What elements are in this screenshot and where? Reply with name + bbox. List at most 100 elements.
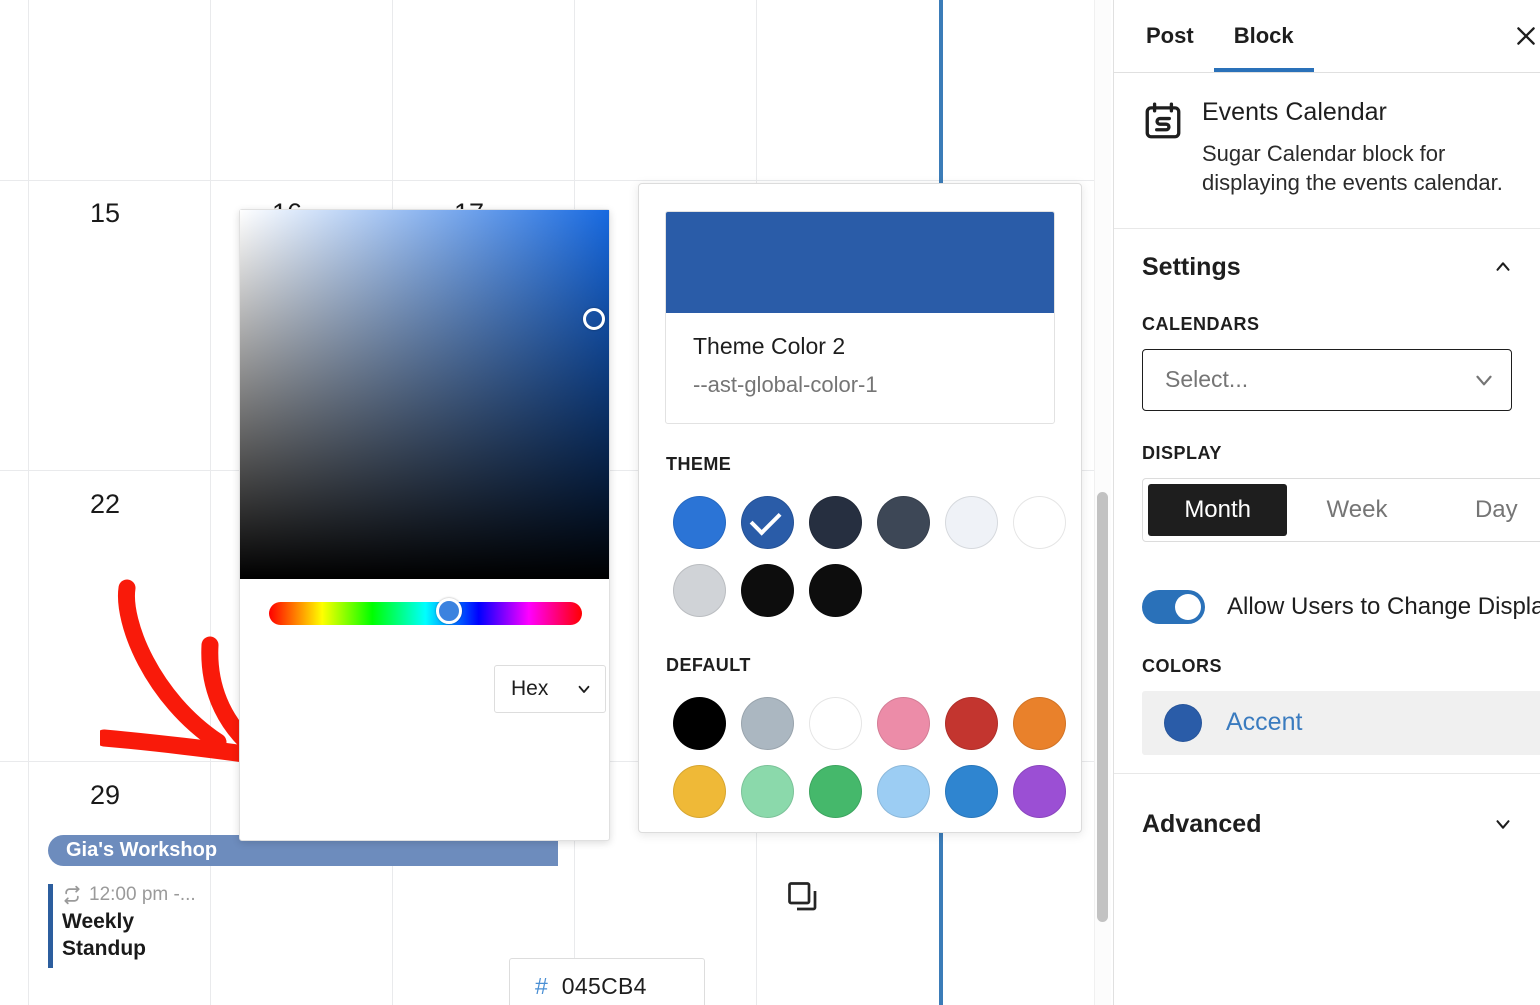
preview-color-name: Theme Color 2 (693, 333, 846, 359)
calendars-label: CALENDARS (1142, 313, 1260, 334)
default-swatch-grid (665, 690, 1066, 826)
block-info: Events Calendar Sugar Calendar block for… (1114, 73, 1540, 229)
theme-swatch-grid (665, 489, 1066, 625)
color-swatch[interactable] (876, 697, 930, 750)
color-swatch[interactable] (672, 564, 726, 617)
color-swatch[interactable] (672, 496, 726, 549)
color-swatch[interactable] (876, 496, 930, 549)
color-swatch[interactable] (740, 564, 794, 617)
display-option-week[interactable]: Week (1287, 484, 1426, 536)
block-settings-sidebar: Post Block Events Calendar Sugar Calenda… (1113, 0, 1540, 1005)
event-title: Gia's Workshop (66, 839, 218, 861)
allow-users-toggle-row: Allow Users to Change Display (1114, 589, 1540, 624)
allow-users-toggle[interactable] (1142, 589, 1205, 624)
swatch-cell (801, 758, 869, 826)
repeat-icon (64, 885, 80, 905)
calendar-event-timed[interactable]: 12:00 pm -... Weekly Standup (48, 884, 218, 968)
display-option-day[interactable]: Day (1427, 484, 1540, 536)
color-format-value: Hex (511, 677, 549, 700)
preview-body: Theme Color 2 --ast-global-color-1 (666, 313, 1054, 423)
hex-value: 045CB4 (561, 973, 647, 999)
color-swatch[interactable] (808, 564, 862, 617)
grid-line-vertical (28, 0, 29, 1005)
swatch-cell (869, 758, 937, 826)
color-swatch[interactable] (1012, 697, 1066, 750)
settings-panel-header[interactable]: Settings (1114, 253, 1540, 282)
event-accent-bar (48, 884, 53, 968)
accent-color-swatch[interactable] (1164, 703, 1202, 742)
hue-handle[interactable] (436, 598, 462, 624)
hue-slider[interactable] (269, 602, 582, 625)
color-swatch[interactable] (740, 697, 794, 750)
color-swatch[interactable] (808, 496, 862, 549)
events-calendar-icon (1145, 102, 1181, 139)
swatch-cell (665, 557, 733, 625)
color-swatch[interactable] (808, 697, 862, 750)
swatch-cell (1005, 758, 1073, 826)
swatch-cell (733, 557, 801, 625)
color-preview-card: Theme Color 2 --ast-global-color-1 (665, 211, 1055, 424)
color-swatch[interactable] (672, 765, 726, 818)
swatch-cell (665, 758, 733, 826)
calendar-day-number[interactable]: 15 (90, 198, 120, 229)
tab-block-label: Block (1233, 23, 1294, 48)
color-swatch[interactable] (740, 765, 794, 818)
swatch-cell (665, 690, 733, 758)
color-swatch[interactable] (1012, 496, 1066, 549)
tab-block[interactable]: Block (1213, 0, 1314, 72)
color-palette-popover: Theme Color 2 --ast-global-color-1 THEME… (638, 183, 1082, 833)
color-item-accent[interactable]: Accent (1142, 690, 1540, 755)
event-time: 12:00 pm -... (89, 884, 196, 905)
accent-label: Accent (1226, 708, 1303, 737)
event-title: Weekly Standup (62, 910, 146, 960)
saturation-handle[interactable] (583, 308, 605, 330)
swatch-cell (733, 690, 801, 758)
swatch-cell (937, 758, 1005, 826)
swatch-cell (733, 758, 801, 826)
allow-users-toggle-label: Allow Users to Change Display (1227, 592, 1540, 620)
preview-swatch (666, 212, 1054, 313)
color-swatch[interactable] (672, 697, 726, 750)
color-swatch[interactable] (944, 697, 998, 750)
default-section-label: DEFAULT (666, 654, 751, 675)
close-icon (1517, 27, 1535, 45)
swatch-cell (869, 489, 937, 557)
sidebar-tabs: Post Block (1114, 0, 1540, 73)
color-format-select[interactable]: Hex (494, 665, 606, 713)
swatch-cell (1005, 690, 1073, 758)
calendar-day-number[interactable]: 22 (90, 489, 120, 520)
theme-section-label: THEME (666, 453, 732, 474)
chevron-up-icon (1496, 262, 1510, 272)
settings-title: Settings (1142, 252, 1241, 281)
color-swatch[interactable] (944, 496, 998, 549)
color-swatch[interactable] (808, 765, 862, 818)
hex-input[interactable]: # 045CB4 (509, 958, 705, 1005)
tab-post-label: Post (1146, 23, 1194, 48)
swatch-cell (1005, 489, 1073, 557)
tab-post[interactable]: Post (1126, 0, 1214, 72)
calendars-select-value: Select... (1165, 366, 1249, 393)
advanced-panel-header[interactable]: Advanced (1114, 798, 1540, 839)
swatch-cell (801, 690, 869, 758)
chevron-down-icon (578, 685, 590, 693)
saturation-value-area[interactable] (240, 210, 609, 579)
calendar-day-number[interactable]: 29 (90, 780, 120, 811)
screen: 15 16 17 22 29 Gia's Workshop 12:00 pm -… (0, 0, 1540, 1005)
display-option-month[interactable]: Month (1148, 483, 1288, 536)
calendars-select[interactable]: Select... (1142, 348, 1512, 411)
event-time-row: 12:00 pm -... (62, 884, 218, 906)
chevron-down-icon (1496, 820, 1510, 830)
color-swatch[interactable] (740, 496, 794, 549)
swatch-cell (937, 489, 1005, 557)
editor-scrollbar-thumb[interactable] (1097, 492, 1108, 922)
color-swatch[interactable] (1012, 765, 1066, 818)
color-picker-popover: Hex # 045CB4 (239, 209, 817, 1005)
hash-prefix: # (535, 973, 548, 999)
color-swatch[interactable] (944, 765, 998, 818)
preview-color-slug: --ast-global-color-1 (693, 371, 878, 397)
close-sidebar-button[interactable] (1504, 14, 1540, 58)
swatch-cell (937, 690, 1005, 758)
copy-icon[interactable] (785, 879, 821, 915)
color-swatch[interactable] (876, 765, 930, 818)
swatch-cell (665, 489, 733, 557)
